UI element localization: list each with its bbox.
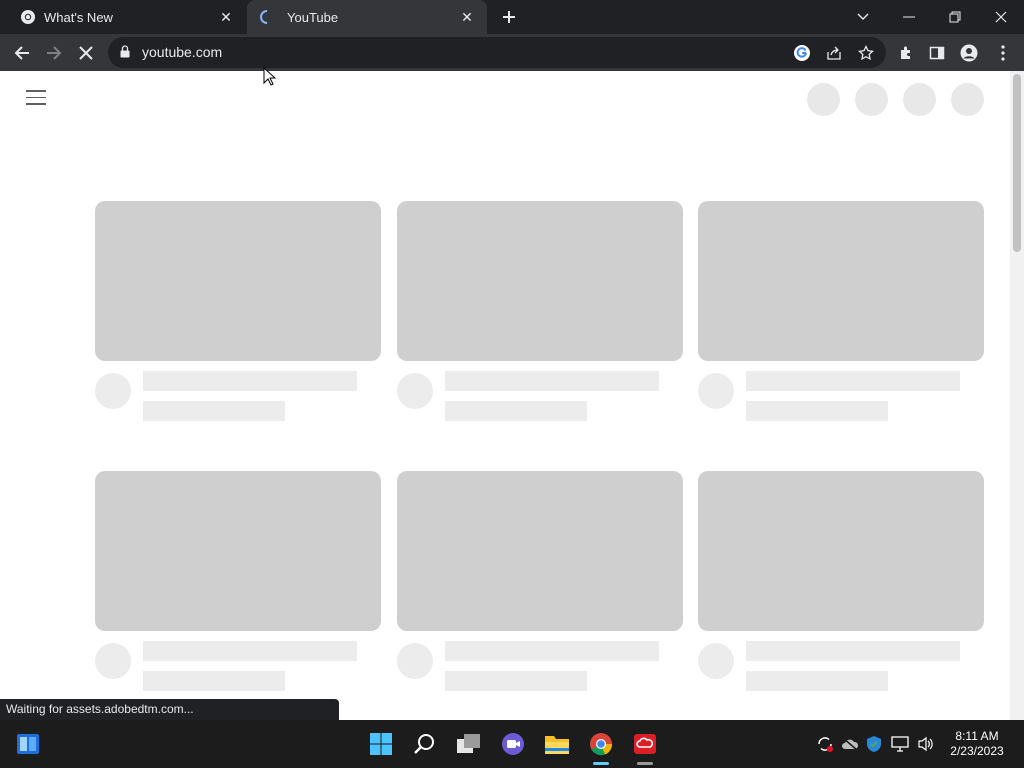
start-icon[interactable] [367, 730, 395, 758]
adobe-creative-cloud-icon[interactable] [631, 730, 659, 758]
sync-icon[interactable] [815, 734, 835, 754]
chrome-taskbar-icon[interactable] [587, 730, 615, 758]
restore-button[interactable] [932, 0, 978, 34]
browser-toolbar: youtube.com [0, 34, 1024, 71]
menu-icon[interactable] [26, 90, 46, 106]
more-options-icon[interactable] [988, 38, 1018, 68]
url-text: youtube.com [142, 44, 223, 60]
loading-spinner-icon [259, 9, 275, 25]
system-clock[interactable]: 8:11 AM 2/23/2023 [940, 729, 1014, 759]
mouse-cursor-icon [263, 67, 277, 86]
page-content [0, 71, 1010, 720]
active-app-indicator [593, 762, 609, 765]
header-placeholder [903, 83, 936, 116]
avatar-placeholder [95, 373, 131, 409]
onedrive-offline-icon[interactable] [840, 734, 860, 754]
header-placeholder [807, 83, 840, 116]
scrollbar-thumb[interactable] [1013, 74, 1021, 252]
task-view-icon[interactable] [455, 730, 483, 758]
search-icon[interactable] [411, 730, 439, 758]
minimize-button[interactable] [886, 0, 932, 34]
security-shield-icon[interactable] [864, 734, 884, 754]
tab-youtube[interactable]: YouTube ✕ [247, 0, 487, 34]
meta-placeholder [746, 671, 888, 691]
title-placeholder [143, 641, 357, 661]
clock-time: 8:11 AM [955, 729, 999, 743]
address-bar[interactable]: youtube.com [108, 37, 886, 68]
video-card-placeholder [698, 471, 984, 691]
back-button[interactable] [7, 38, 37, 68]
tab-strip: What's New ✕ YouTube ✕ [0, 0, 1024, 34]
header-placeholder [951, 83, 984, 116]
stop-loading-button[interactable] [71, 38, 101, 68]
video-card-placeholder [397, 201, 683, 421]
title-placeholder [746, 371, 960, 391]
volume-icon[interactable] [916, 734, 936, 754]
extensions-icon[interactable] [891, 38, 921, 68]
meta-placeholder [143, 401, 285, 421]
meta-placeholder [445, 401, 587, 421]
google-lens-icon[interactable] [792, 43, 812, 63]
thumbnail-placeholder [698, 471, 984, 631]
tab-title: YouTube [287, 9, 339, 25]
thumbnail-placeholder [698, 201, 984, 361]
lock-icon[interactable] [120, 45, 130, 63]
meta-placeholder [746, 401, 888, 421]
video-card-placeholder [397, 471, 683, 691]
tab-search-chevron-icon[interactable] [840, 0, 886, 34]
avatar-placeholder [397, 373, 433, 409]
status-bubble: Waiting for assets.adobedtm.com... [0, 699, 339, 720]
title-placeholder [143, 371, 357, 391]
meta-placeholder [445, 671, 587, 691]
close-tab-icon[interactable]: ✕ [457, 7, 477, 27]
clock-date: 2/23/2023 [950, 744, 1004, 758]
chat-icon[interactable] [499, 730, 527, 758]
avatar-placeholder [95, 643, 131, 679]
page-scrollbar[interactable] [1010, 71, 1024, 720]
file-explorer-icon[interactable] [543, 730, 571, 758]
thumbnail-placeholder [95, 471, 381, 631]
header-placeholder [855, 83, 888, 116]
chrome-icon [20, 9, 36, 25]
avatar-placeholder [698, 373, 734, 409]
forward-button[interactable] [39, 38, 69, 68]
thumbnail-placeholder [397, 201, 683, 361]
title-placeholder [445, 371, 659, 391]
thumbnail-placeholder [95, 201, 381, 361]
tab-title: What's New [44, 9, 113, 25]
video-card-placeholder [95, 201, 381, 421]
running-app-indicator [637, 762, 653, 765]
profile-icon[interactable] [954, 38, 984, 68]
title-placeholder [445, 641, 659, 661]
meta-placeholder [143, 671, 285, 691]
title-placeholder [746, 641, 960, 661]
share-icon[interactable] [824, 43, 844, 63]
widgets-icon[interactable] [14, 730, 42, 758]
avatar-placeholder [698, 643, 734, 679]
taskbar: 8:11 AM 2/23/2023 [0, 720, 1024, 768]
video-card-placeholder [698, 201, 984, 421]
avatar-placeholder [397, 643, 433, 679]
tab-whats-new[interactable]: What's New ✕ [0, 0, 246, 34]
bookmark-star-icon[interactable] [856, 43, 876, 63]
thumbnail-placeholder [397, 471, 683, 631]
video-card-placeholder [95, 471, 381, 691]
side-panel-icon[interactable] [922, 38, 952, 68]
new-tab-button[interactable] [498, 6, 520, 28]
close-window-button[interactable] [978, 0, 1024, 34]
network-icon[interactable] [890, 734, 910, 754]
close-tab-icon[interactable]: ✕ [216, 7, 236, 27]
